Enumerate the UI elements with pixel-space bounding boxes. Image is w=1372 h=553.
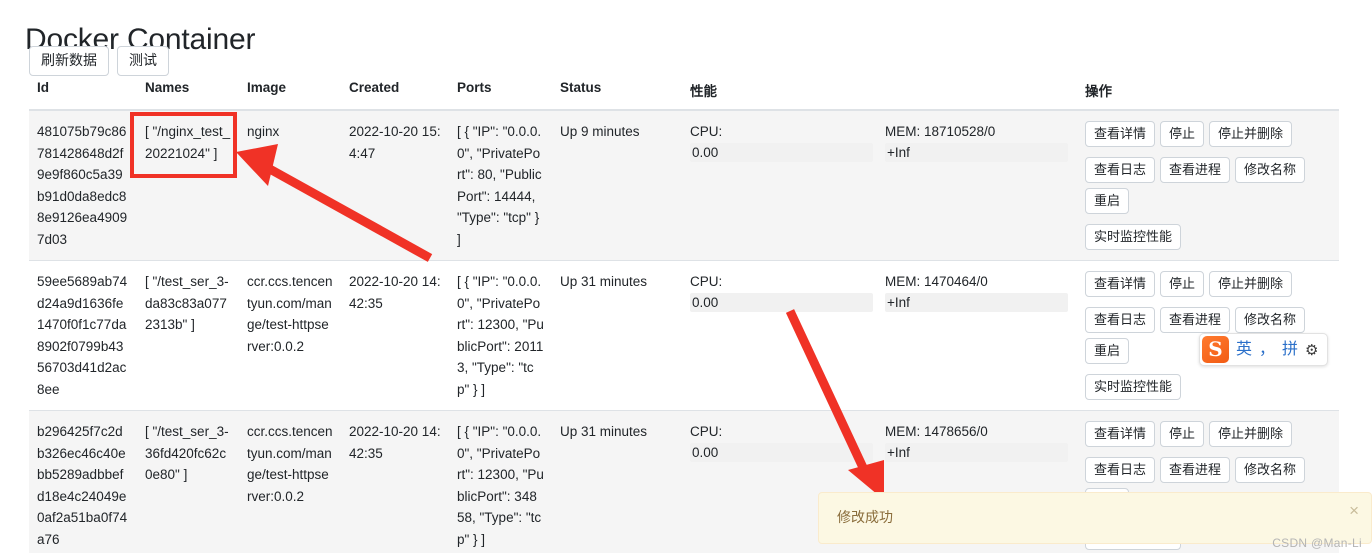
image-cell: ccr.ccs.tencentyun.com/mange/test-httpse… bbox=[239, 260, 341, 411]
cpu-progress-bar: 0.00 bbox=[690, 293, 873, 312]
mem-label: MEM: 1470464/0 bbox=[885, 274, 988, 289]
close-icon[interactable]: × bbox=[1349, 501, 1359, 521]
column-header-performance: 性能 bbox=[682, 80, 1077, 111]
table-row: 481075b79c86781428648d2f9e9f860c5a39b91d… bbox=[29, 110, 1339, 261]
names-cell: [ "/test_ser_3-da83c83a0772313b" ] bbox=[137, 260, 239, 411]
cpu-block: CPU: 0.00 bbox=[690, 121, 873, 162]
docker-container-page: Docker Container 刷新数据 测试 Id Names Image … bbox=[0, 0, 1372, 553]
restart-button[interactable]: 重启 bbox=[1085, 188, 1130, 214]
operations-cell: 查看详情停止停止并删除查看日志查看进程修改名称重启实时监控性能 bbox=[1077, 110, 1339, 261]
image-cell: nginx bbox=[239, 110, 341, 261]
created-cell: 2022-10-20 14:42:35 bbox=[341, 410, 449, 553]
view-process-button[interactable]: 查看进程 bbox=[1160, 457, 1231, 483]
status-cell: Up 31 minutes bbox=[552, 260, 682, 411]
ime-punctuation-icon[interactable]: ， bbox=[1259, 340, 1275, 360]
view-process-button[interactable]: 查看进程 bbox=[1160, 157, 1231, 183]
ime-input-method[interactable]: 拼 bbox=[1282, 340, 1298, 360]
cpu-block: CPU: 0.00 bbox=[690, 271, 873, 312]
column-header-names: Names bbox=[137, 80, 239, 111]
mem-label: MEM: 18710528/0 bbox=[885, 124, 996, 139]
column-header-image: Image bbox=[239, 80, 341, 111]
column-header-id: Id bbox=[29, 80, 137, 111]
status-cell: Up 31 minutes bbox=[552, 410, 682, 553]
id-cell: 59ee5689ab74d24a9d1636fe1470f0f1c77da890… bbox=[29, 260, 137, 411]
cpu-label: CPU: bbox=[690, 274, 723, 289]
performance-cell: CPU: 0.00 MEM: 18710528/0 +Inf bbox=[682, 110, 1077, 261]
column-header-status: Status bbox=[552, 80, 682, 111]
view-detail-button[interactable]: 查看详情 bbox=[1085, 421, 1156, 447]
toolbar: 刷新数据 测试 bbox=[29, 46, 169, 76]
monitor-performance-button[interactable]: 实时监控性能 bbox=[1085, 374, 1182, 400]
names-cell: [ "/test_ser_3-36fd420fc62c0e80" ] bbox=[137, 410, 239, 553]
column-header-ports: Ports bbox=[449, 80, 552, 111]
mem-progress-bar: +Inf bbox=[885, 293, 1068, 312]
mem-block: MEM: 18710528/0 +Inf bbox=[885, 121, 1068, 162]
stop-and-delete-button[interactable]: 停止并删除 bbox=[1209, 421, 1293, 447]
id-cell: b296425f7c2db326ec46c40ebb5289adbbefd18e… bbox=[29, 410, 137, 553]
container-table: Id Names Image Created Ports Status 性能 操… bbox=[29, 80, 1339, 553]
table-body: 481075b79c86781428648d2f9e9f860c5a39b91d… bbox=[29, 110, 1339, 553]
status-cell: Up 9 minutes bbox=[552, 110, 682, 261]
table-header-row: Id Names Image Created Ports Status 性能 操… bbox=[29, 80, 1339, 111]
cpu-label: CPU: bbox=[690, 424, 723, 439]
rename-button[interactable]: 修改名称 bbox=[1235, 157, 1306, 183]
id-cell: 481075b79c86781428648d2f9e9f860c5a39b91d… bbox=[29, 110, 137, 261]
performance-cell: CPU: 0.00 MEM: 1470464/0 +Inf bbox=[682, 260, 1077, 411]
names-cell: [ "/nginx_test_20221024" ] bbox=[137, 110, 239, 261]
rename-button[interactable]: 修改名称 bbox=[1235, 307, 1306, 333]
column-header-operations: 操作 bbox=[1077, 80, 1339, 111]
stop-button[interactable]: 停止 bbox=[1160, 421, 1205, 447]
watermark: CSDN @Man-Li bbox=[1272, 536, 1362, 550]
view-log-button[interactable]: 查看日志 bbox=[1085, 307, 1156, 333]
ports-cell: [ { "IP": "0.0.0.0", "PrivatePort": 1230… bbox=[449, 410, 552, 553]
image-cell: ccr.ccs.tencentyun.com/mange/test-httpse… bbox=[239, 410, 341, 553]
table-header: Id Names Image Created Ports Status 性能 操… bbox=[29, 80, 1339, 111]
cpu-block: CPU: 0.00 bbox=[690, 421, 873, 462]
mem-progress-bar: +Inf bbox=[885, 143, 1068, 162]
refresh-data-button[interactable]: 刷新数据 bbox=[29, 46, 109, 76]
gear-icon[interactable]: ⚙ bbox=[1305, 341, 1318, 359]
monitor-performance-button[interactable]: 实时监控性能 bbox=[1085, 224, 1182, 250]
ports-cell: [ { "IP": "0.0.0.0", "PrivatePort": 80, … bbox=[449, 110, 552, 261]
ime-floating-bar[interactable]: S 英 ， 拼 ⚙ bbox=[1199, 333, 1328, 366]
created-cell: 2022-10-20 14:42:35 bbox=[341, 260, 449, 411]
container-table-wrapper: Id Names Image Created Ports Status 性能 操… bbox=[29, 80, 1339, 553]
view-process-button[interactable]: 查看进程 bbox=[1160, 307, 1231, 333]
mem-block: MEM: 1478656/0 +Inf bbox=[885, 421, 1068, 462]
mem-progress-bar: +Inf bbox=[885, 443, 1068, 462]
stop-and-delete-button[interactable]: 停止并删除 bbox=[1209, 121, 1293, 147]
rename-button[interactable]: 修改名称 bbox=[1235, 457, 1306, 483]
toast-message: 修改成功 bbox=[837, 509, 893, 525]
cpu-label: CPU: bbox=[690, 124, 723, 139]
table-row: 59ee5689ab74d24a9d1636fe1470f0f1c77da890… bbox=[29, 260, 1339, 411]
view-log-button[interactable]: 查看日志 bbox=[1085, 457, 1156, 483]
view-log-button[interactable]: 查看日志 bbox=[1085, 157, 1156, 183]
view-detail-button[interactable]: 查看详情 bbox=[1085, 121, 1156, 147]
cpu-progress-bar: 0.00 bbox=[690, 143, 873, 162]
cpu-progress-bar: 0.00 bbox=[690, 443, 873, 462]
ime-language-mode[interactable]: 英 bbox=[1236, 340, 1252, 360]
sogou-logo-icon[interactable]: S bbox=[1202, 336, 1229, 363]
mem-label: MEM: 1478656/0 bbox=[885, 424, 988, 439]
created-cell: 2022-10-20 15:4:47 bbox=[341, 110, 449, 261]
view-detail-button[interactable]: 查看详情 bbox=[1085, 271, 1156, 297]
stop-button[interactable]: 停止 bbox=[1160, 121, 1205, 147]
test-button[interactable]: 测试 bbox=[117, 46, 169, 76]
restart-button[interactable]: 重启 bbox=[1085, 338, 1130, 364]
stop-button[interactable]: 停止 bbox=[1160, 271, 1205, 297]
ports-cell: [ { "IP": "0.0.0.0", "PrivatePort": 1230… bbox=[449, 260, 552, 411]
column-header-created: Created bbox=[341, 80, 449, 111]
mem-block: MEM: 1470464/0 +Inf bbox=[885, 271, 1068, 312]
stop-and-delete-button[interactable]: 停止并删除 bbox=[1209, 271, 1293, 297]
